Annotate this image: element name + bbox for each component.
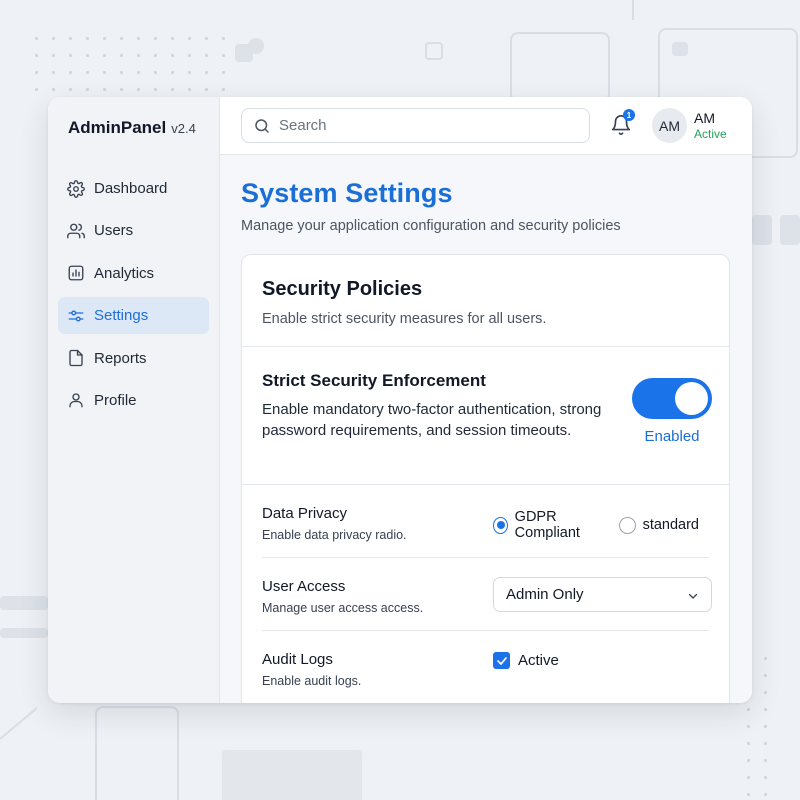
- strict-security-description: Enable mandatory two-factor authenticati…: [262, 401, 602, 439]
- radio-label: standard: [642, 517, 699, 533]
- card-title: Security Policies: [262, 278, 423, 300]
- dot-grid-decoration: [28, 30, 228, 100]
- user-status: Active: [694, 127, 727, 141]
- sidebar: AdminPanel v2.4 Dashboard Users Analytic…: [48, 97, 220, 703]
- user-access-select[interactable]: Admin Only: [493, 577, 712, 612]
- checkbox-label: Active: [518, 652, 559, 669]
- radio-selected-icon: [493, 516, 508, 534]
- toggle-status-label: Enabled: [644, 428, 700, 445]
- sidebar-item-reports[interactable]: Reports: [58, 340, 209, 377]
- top-bar: 1 AM AM Active: [220, 97, 752, 155]
- main-content: 1 AM AM Active System Settings Manage yo…: [220, 97, 752, 703]
- wireframe-decoration: [95, 706, 179, 800]
- shape-decoration: [248, 38, 264, 54]
- shape-decoration: [672, 42, 688, 56]
- radio-label: GDPR Compliant: [514, 509, 580, 541]
- line-decoration: [0, 707, 38, 740]
- checkmark-icon: [493, 652, 510, 669]
- user-access-title: User Access: [262, 578, 346, 595]
- notification-badge: 1: [623, 109, 635, 121]
- user-name: AM: [694, 110, 715, 126]
- data-privacy-title: Data Privacy: [262, 505, 348, 522]
- sidebar-item-label: Profile: [94, 391, 137, 409]
- page-title: System Settings: [241, 178, 453, 208]
- data-privacy-radio-group: GDPR Compliant standard: [493, 509, 709, 541]
- avatar[interactable]: AM: [652, 108, 687, 143]
- brand: AdminPanel v2.4: [48, 97, 219, 155]
- shape-decoration: [425, 42, 443, 60]
- card-header: Security Policies Enable strict security…: [242, 255, 729, 347]
- users-icon: [67, 223, 85, 239]
- gear-icon: [67, 179, 85, 198]
- search-icon: [255, 118, 269, 133]
- chart-icon: [68, 265, 84, 281]
- settings-content: System Settings Manage your application …: [220, 178, 752, 703]
- shape-decoration: [0, 596, 48, 610]
- user-icon: [69, 393, 83, 408]
- shape-decoration: [752, 215, 772, 245]
- data-privacy-description: Enable data privacy radio.: [262, 528, 407, 542]
- audit-logs-description: Enable audit logs.: [262, 674, 362, 688]
- document-icon: [69, 349, 83, 367]
- shape-decoration: [0, 628, 48, 638]
- search-box: [241, 108, 590, 143]
- strict-security-toggle[interactable]: [632, 378, 712, 419]
- sidebar-nav: Dashboard Users Analytics Settings Repor…: [48, 170, 219, 419]
- strict-security-section: Strict Security Enforcement Enable manda…: [242, 347, 729, 485]
- toggle-knob: [675, 382, 708, 415]
- sidebar-item-analytics[interactable]: Analytics: [58, 255, 209, 292]
- sidebar-item-profile[interactable]: Profile: [58, 382, 209, 419]
- sidebar-item-label: Settings: [94, 307, 149, 325]
- sidebar-item-label: Analytics: [94, 264, 155, 282]
- user-meta: AM Active: [694, 111, 727, 140]
- app-name: AdminPanel: [68, 118, 167, 137]
- select-value: Admin Only: [506, 586, 584, 603]
- sidebar-item-users[interactable]: Users: [58, 212, 209, 249]
- chevron-down-icon: [688, 593, 698, 599]
- sidebar-item-label: Reports: [94, 349, 147, 367]
- sidebar-item-label: Dashboard: [94, 180, 168, 197]
- shape-decoration: [222, 750, 362, 800]
- sidebar-item-label: Users: [94, 222, 134, 240]
- app-version: v2.4: [171, 121, 196, 136]
- user-access-description: Manage user access access.: [262, 601, 424, 615]
- user-access-row: User Access Manage user access access. A…: [262, 558, 712, 631]
- line-decoration: [632, 0, 634, 20]
- page-subtitle: Manage your application configuration an…: [241, 218, 621, 234]
- sidebar-item-settings[interactable]: Settings: [58, 297, 209, 335]
- search-input[interactable]: [279, 117, 569, 134]
- shape-decoration: [780, 215, 800, 245]
- notifications-button[interactable]: 1: [610, 109, 635, 136]
- audit-logs-title: Audit Logs: [262, 651, 333, 668]
- radio-gdpr-compliant[interactable]: GDPR Compliant: [493, 509, 609, 541]
- radio-unselected-icon: [618, 516, 636, 534]
- sliders-icon: [68, 310, 84, 322]
- app-window: AdminPanel v2.4 Dashboard Users Analytic…: [48, 97, 752, 703]
- radio-standard[interactable]: standard: [618, 516, 699, 534]
- wireframe-decoration: [510, 32, 610, 102]
- audit-logs-checkbox[interactable]: Active: [493, 652, 559, 669]
- card-description: Enable strict security measures for all …: [262, 311, 547, 327]
- audit-logs-row: Audit Logs Enable audit logs. Active: [262, 631, 709, 703]
- data-privacy-row: Data Privacy Enable data privacy radio. …: [262, 485, 709, 558]
- security-policies-card: Security Policies Enable strict security…: [241, 254, 730, 703]
- sidebar-item-dashboard[interactable]: Dashboard: [58, 170, 209, 207]
